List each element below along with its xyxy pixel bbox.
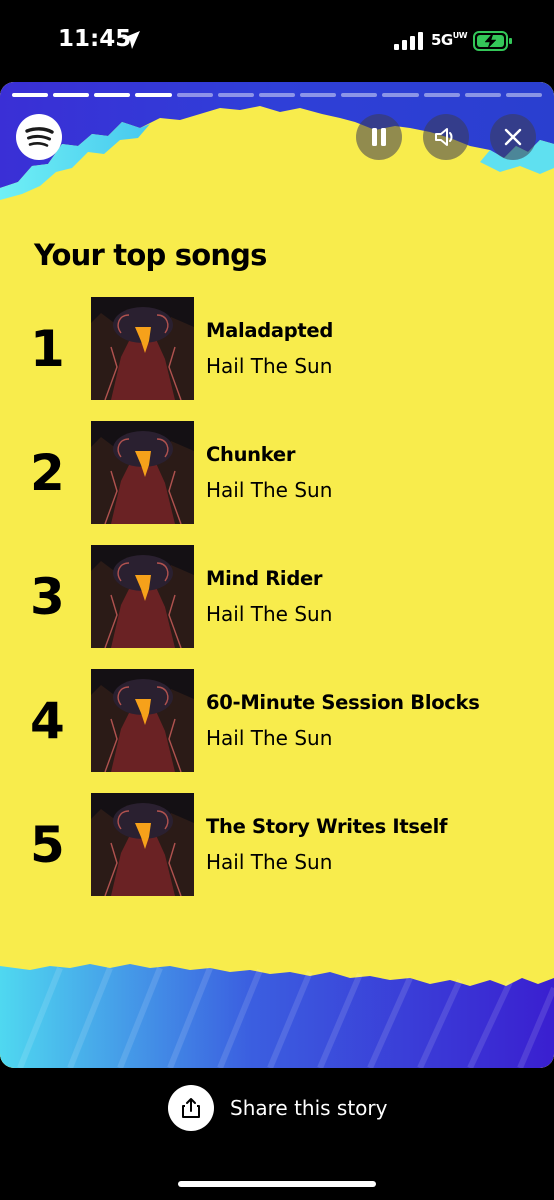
song-artist: Hail The Sun bbox=[206, 478, 333, 502]
progress-segment bbox=[258, 93, 296, 97]
close-icon bbox=[504, 128, 522, 146]
song-row[interactable]: 5 The Story Writes Itself Hail The Sun bbox=[0, 793, 554, 897]
song-title: The Story Writes Itself bbox=[206, 815, 448, 838]
album-art bbox=[91, 421, 194, 524]
network-sup: UW bbox=[452, 31, 468, 40]
progress-segment bbox=[382, 93, 419, 97]
song-title: 60-Minute Session Blocks bbox=[206, 691, 480, 714]
network-label: 5GUW bbox=[431, 31, 468, 49]
album-art bbox=[91, 545, 194, 648]
song-row[interactable]: 1 Maladapted Hail The Sun bbox=[0, 297, 554, 401]
progress-segment bbox=[341, 93, 378, 97]
song-artist: Hail The Sun bbox=[206, 850, 333, 874]
song-title: Mind Rider bbox=[206, 567, 323, 590]
song-title: Maladapted bbox=[206, 319, 333, 342]
progress-segment bbox=[135, 93, 172, 97]
sound-button[interactable] bbox=[423, 114, 469, 160]
pause-icon bbox=[372, 128, 386, 146]
location-arrow-icon bbox=[122, 31, 140, 49]
share-icon-circle bbox=[168, 1085, 214, 1131]
song-title: Chunker bbox=[206, 443, 296, 466]
progress-segment bbox=[217, 93, 254, 97]
song-row[interactable]: 4 60-Minute Session Blocks Hail The Sun bbox=[0, 669, 554, 773]
share-story-button[interactable]: Share this story bbox=[168, 1084, 387, 1132]
album-art bbox=[91, 793, 194, 896]
home-indicator[interactable] bbox=[178, 1181, 376, 1187]
sound-icon bbox=[435, 128, 453, 146]
story-title: Your top songs bbox=[34, 238, 267, 272]
song-rank: 4 bbox=[30, 692, 65, 750]
song-artist: Hail The Sun bbox=[206, 602, 333, 626]
song-rank: 1 bbox=[30, 320, 65, 378]
progress-segment bbox=[423, 93, 460, 97]
signal-bars-icon bbox=[394, 32, 423, 50]
album-art bbox=[91, 297, 194, 400]
progress-segment bbox=[505, 93, 543, 97]
song-rank: 3 bbox=[30, 568, 65, 626]
battery-charging-icon bbox=[473, 31, 512, 51]
progress-segment bbox=[464, 93, 501, 97]
song-row[interactable]: 3 Mind Rider Hail The Sun bbox=[0, 545, 554, 649]
song-artist: Hail The Sun bbox=[206, 726, 333, 750]
share-label: Share this story bbox=[230, 1096, 388, 1120]
status-bar: 11:45 5GUW bbox=[0, 0, 554, 80]
progress-segment bbox=[12, 93, 49, 97]
song-rank: 2 bbox=[30, 444, 65, 502]
song-rank: 5 bbox=[30, 816, 65, 874]
story-card[interactable]: Your top songs 1 Maladapted Hail The Sun… bbox=[0, 82, 554, 1068]
progress-segment bbox=[300, 93, 337, 97]
album-art bbox=[91, 669, 194, 772]
spotify-logo-icon bbox=[16, 114, 62, 160]
pause-button[interactable] bbox=[356, 114, 402, 160]
close-button[interactable] bbox=[490, 114, 536, 160]
progress-segment bbox=[176, 93, 213, 97]
progress-segment bbox=[53, 93, 90, 97]
progress-segment bbox=[94, 93, 131, 97]
share-icon bbox=[182, 1098, 200, 1118]
story-progress bbox=[12, 93, 543, 97]
song-artist: Hail The Sun bbox=[206, 354, 333, 378]
song-row[interactable]: 2 Chunker Hail The Sun bbox=[0, 421, 554, 525]
